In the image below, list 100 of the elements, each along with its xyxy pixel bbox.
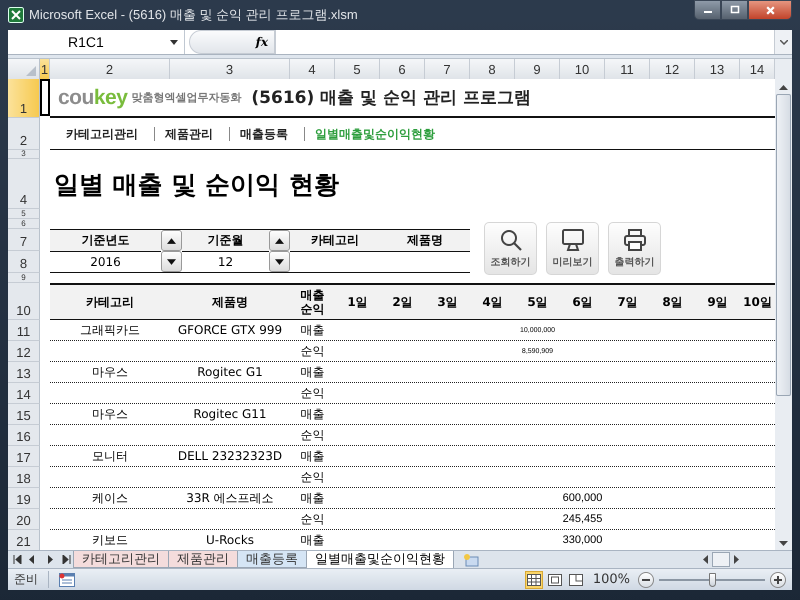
- product-cell: GFORCE GTX 999: [178, 323, 282, 338]
- row-header[interactable]: 19: [8, 488, 40, 510]
- row-header[interactable]: 18: [8, 467, 40, 488]
- action-button[interactable]: 미리보기: [546, 222, 599, 276]
- nav-link[interactable]: 제품관리: [155, 126, 230, 141]
- increase-button[interactable]: [269, 230, 290, 252]
- sheet-tab[interactable]: 카테고리관리: [73, 551, 169, 568]
- row-header[interactable]: 12: [8, 341, 40, 362]
- name-box[interactable]: R1C1: [8, 30, 185, 54]
- product-cell: 33R 에스프레소: [186, 490, 274, 507]
- row-header[interactable]: 4: [8, 159, 40, 210]
- normal-view-button[interactable]: [524, 570, 543, 588]
- amount-cell: 330,000: [562, 534, 602, 546]
- down-triangle-icon: [167, 258, 176, 265]
- measure-cell: 매출: [300, 322, 324, 339]
- column-heading: 3일: [436, 294, 459, 311]
- measure-cell: 매출: [300, 448, 324, 465]
- record-macro-icon[interactable]: [59, 572, 75, 586]
- product-cell: Rogitec G1: [197, 365, 263, 380]
- plus-icon: [773, 574, 783, 584]
- vertical-scrollbar[interactable]: [775, 79, 792, 550]
- triangle-icon: [26, 66, 36, 76]
- row-header[interactable]: 1: [8, 79, 40, 118]
- product-cell: U-Rocks: [206, 533, 254, 548]
- row-header[interactable]: 7: [8, 229, 40, 252]
- filter-label: 제품명: [380, 230, 470, 252]
- column-heading: 2일: [391, 294, 414, 311]
- sheet-tab[interactable]: 일별매출및순이익현황: [306, 550, 454, 569]
- nav-link[interactable]: 매출등록: [230, 126, 305, 141]
- scroll-right-icon[interactable]: [734, 555, 739, 564]
- filter-value[interactable]: 12: [182, 252, 269, 272]
- product-cell: Rogitec G11: [193, 407, 267, 422]
- column-heading: 8일: [661, 294, 684, 311]
- category-cell: 마우스: [92, 364, 128, 381]
- status-text: 준비: [14, 571, 49, 588]
- scroll-thumb[interactable]: [776, 94, 791, 396]
- decrease-button[interactable]: [161, 251, 182, 272]
- row-header[interactable]: 8: [8, 251, 40, 274]
- up-triangle-icon: [167, 238, 176, 244]
- action-button[interactable]: 출력하기: [608, 222, 661, 276]
- scroll-up-icon[interactable]: [779, 85, 788, 90]
- expand-formula-button[interactable]: [774, 30, 792, 54]
- measure-cell: 순익: [300, 510, 324, 528]
- row-header[interactable]: 6: [8, 219, 40, 230]
- measure-cell: 매출: [300, 364, 324, 381]
- row-header[interactable]: 20: [8, 509, 40, 530]
- nav-link[interactable]: 카테고리관리: [56, 126, 155, 141]
- column-heading: 10일: [742, 294, 773, 311]
- sheet-tab[interactable]: 제품관리: [168, 551, 238, 568]
- maximize-icon: [730, 5, 740, 15]
- action-button[interactable]: 조회하기: [484, 222, 537, 276]
- decrease-button[interactable]: [269, 251, 290, 272]
- row-header[interactable]: 13: [8, 362, 40, 384]
- insert-function-button[interactable]: fx: [256, 35, 268, 49]
- product-cell: DELL 23232323D: [178, 449, 282, 464]
- zoom-out-button[interactable]: [638, 572, 654, 588]
- scroll-left-icon[interactable]: [703, 555, 708, 564]
- scroll-thumb[interactable]: [712, 552, 730, 568]
- column-heading: 6일: [571, 294, 594, 311]
- column-header[interactable]: 1: [40, 59, 50, 80]
- row-header[interactable]: 15: [8, 404, 40, 426]
- column-heading: 5일: [526, 294, 549, 311]
- row-header[interactable]: 21: [8, 530, 40, 550]
- scroll-down-icon[interactable]: [779, 541, 788, 546]
- zoom-in-button[interactable]: [770, 572, 786, 588]
- row-header[interactable]: 11: [8, 320, 40, 342]
- row-header[interactable]: 2: [8, 118, 40, 150]
- printer-icon: [622, 228, 646, 252]
- maximize-button[interactable]: [721, 0, 748, 20]
- monitor-icon: [560, 228, 584, 252]
- amount-cell: 600,000: [562, 492, 602, 504]
- row-header[interactable]: 17: [8, 446, 40, 468]
- measure-cell: 순익: [300, 426, 324, 444]
- increase-button[interactable]: [161, 230, 182, 252]
- up-triangle-icon: [275, 238, 284, 244]
- logo-tagline: 맞춤형엑셀업무자동화: [131, 90, 242, 106]
- close-button[interactable]: [748, 0, 792, 20]
- zoom-level[interactable]: 100%: [592, 572, 630, 587]
- close-icon: [764, 4, 776, 16]
- row-header[interactable]: 16: [8, 425, 40, 446]
- zoom-slider-thumb[interactable]: [709, 572, 716, 586]
- page-icon: [548, 574, 562, 586]
- filter-label: 기준년도: [50, 230, 161, 252]
- column-heading: 제품명: [211, 294, 249, 311]
- row-header[interactable]: 9: [8, 273, 40, 284]
- active-cell[interactable]: [40, 79, 50, 116]
- row-header[interactable]: 5: [8, 209, 40, 220]
- program-title: (5616) 매출 및 순익 관리 프로그램: [251, 87, 531, 110]
- new-sheet-icon[interactable]: [462, 552, 480, 567]
- measure-cell: 순익: [300, 342, 324, 360]
- row-header[interactable]: 3: [8, 150, 40, 160]
- down-triangle-icon: [275, 258, 284, 265]
- caret-icon: [170, 40, 178, 44]
- category-cell: 케이스: [92, 490, 128, 507]
- minimize-button[interactable]: [694, 0, 721, 20]
- row-header[interactable]: 14: [8, 383, 40, 404]
- measure-cell: 매출: [300, 490, 324, 507]
- sheet-tab[interactable]: 매출등록: [237, 551, 307, 568]
- filter-value[interactable]: 2016: [50, 252, 161, 272]
- row-header[interactable]: 10: [8, 283, 40, 320]
